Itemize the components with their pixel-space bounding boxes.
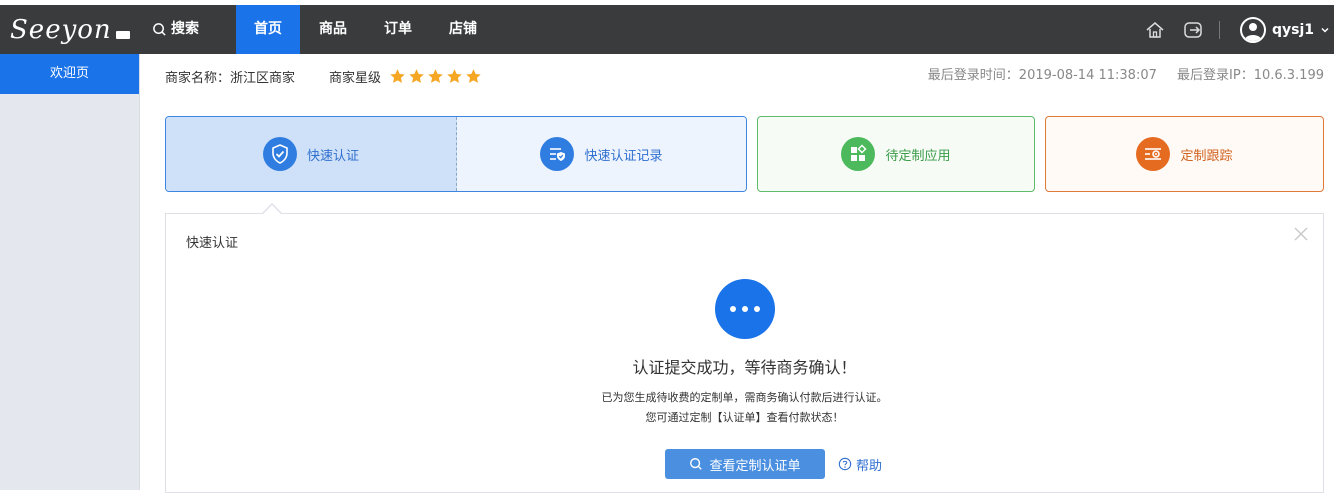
close-icon[interactable] (1293, 226, 1309, 242)
nav-tab-orders[interactable]: 订单 (370, 5, 426, 54)
user-menu[interactable]: qysj1 (1240, 16, 1330, 44)
last-login-info: 最后登录时间：2019-08-14 11:38:07 最后登录IP：10.6.3… (928, 66, 1324, 86)
card-custom-tracking-label: 定制跟踪 (1180, 148, 1233, 164)
merchant-rating-label: 商家星级 (329, 70, 382, 86)
toolbar-separator (1219, 21, 1220, 39)
logo-text: Seeyon (10, 15, 112, 45)
dot (754, 306, 760, 312)
nav-tab-goods[interactable]: 商品 (305, 5, 361, 54)
submission-success-title: 认证提交成功，等待商务确认！ (632, 358, 857, 377)
search-icon (153, 23, 166, 36)
chevron-down-icon (1321, 27, 1329, 33)
card-quick-certification-label: 快速认证 (306, 148, 359, 164)
last-login-time-label: 最后登录时间： (927, 68, 1019, 83)
merchant-info: 商家名称： 浙江区商家 商家星级 (165, 66, 482, 86)
help-link[interactable]: 帮助 (838, 449, 882, 479)
help-icon (838, 457, 852, 471)
shield-check-icon (262, 137, 297, 171)
card-custom-tracking[interactable]: 定制跟踪 (1045, 116, 1324, 192)
top-navigation-bar: Seeyon 搜索 首页 商品 订单 店铺 qysj1 (0, 5, 1334, 54)
merchant-name: 浙江区商家 (230, 70, 296, 86)
card-certification-record[interactable]: 快速认证记录 (457, 117, 746, 191)
card-pending-custom-apps-label: 待定制应用 (885, 148, 951, 164)
logout-icon[interactable] (1182, 19, 1204, 41)
sidebar-item-welcome[interactable]: 欢迎页 (0, 54, 139, 94)
nav-tab-home[interactable]: 首页 (236, 5, 300, 54)
help-label: 帮助 (856, 458, 883, 474)
merchant-name-label: 商家名称： (165, 70, 231, 86)
nav-tab-shop[interactable]: 店铺 (435, 5, 491, 54)
nav-search-label: 搜索 (171, 21, 199, 37)
last-login-ip: 10.6.3.199 (1253, 68, 1324, 83)
home-icon[interactable] (1144, 19, 1166, 41)
star-icon (390, 68, 405, 83)
panel-pointer-inner (263, 205, 281, 214)
certification-card-group: 快速认证 快速认证记录 (165, 116, 747, 192)
merchant-star-rating (389, 68, 482, 85)
sidebar: 欢迎页 (0, 54, 140, 490)
pending-status-icon (715, 279, 775, 339)
last-login-time: 2019-08-14 11:38:07 (1018, 68, 1157, 83)
submission-message-line1: 已为您生成待收费的定制单，需商务确认付款后进行认证。 (601, 391, 888, 404)
card-pending-custom-apps[interactable]: 待定制应用 (757, 116, 1035, 192)
card-certification-record-label: 快速认证记录 (584, 148, 663, 164)
star-icon (428, 68, 443, 83)
dot (742, 306, 748, 312)
submission-message-line2: 您可通过定制【认证单】查看付款状态！ (645, 411, 844, 424)
star-icon (409, 68, 424, 83)
username: qysj1 (1272, 22, 1315, 38)
nav-search[interactable]: 搜索 (152, 5, 199, 54)
view-certification-order-label: 查看定制认证单 (709, 458, 801, 474)
apps-icon (841, 137, 876, 171)
tracking-icon (1136, 137, 1171, 171)
record-list-icon (540, 137, 575, 171)
star-icon (447, 68, 462, 83)
card-quick-certification[interactable]: 快速认证 (166, 117, 457, 191)
view-certification-order-button[interactable]: 查看定制认证单 (665, 449, 825, 479)
last-login-ip-label: 最后登录IP： (1177, 68, 1254, 83)
panel-title: 快速认证 (186, 236, 239, 251)
dot (730, 306, 736, 312)
logo-badge (116, 31, 130, 39)
seeyon-logo[interactable]: Seeyon (10, 15, 130, 47)
search-icon (690, 458, 703, 470)
star-icon (466, 68, 481, 83)
quick-certification-panel: 快速认证 认证提交成功，等待商务确认！ 已为您生成待收费的定制单，需商务确认付款… (165, 213, 1324, 493)
avatar-icon (1240, 17, 1266, 43)
